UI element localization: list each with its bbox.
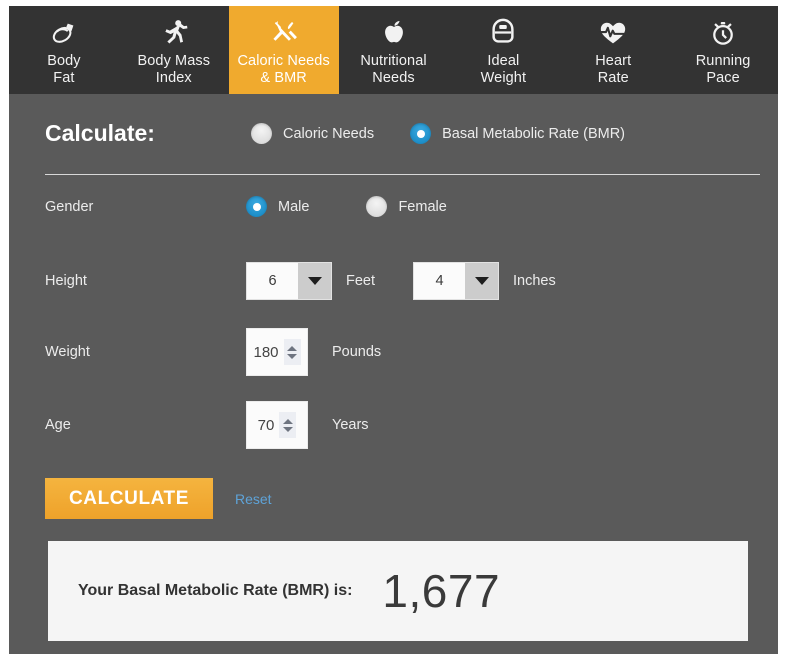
- radio-gender-male-indicator: [246, 196, 267, 217]
- tab-label: Nutritional Needs: [360, 53, 427, 86]
- tab-nutritional-needs[interactable]: Nutritional Needs: [339, 6, 449, 94]
- stopwatch-icon: [708, 16, 738, 50]
- cutlery-icon: [269, 16, 299, 50]
- reset-link[interactable]: Reset: [235, 491, 272, 507]
- chevron-down-icon[interactable]: [298, 263, 331, 299]
- age-input[interactable]: 70: [246, 401, 308, 449]
- calculate-button[interactable]: CALCULATE: [45, 478, 213, 519]
- height-inches-select[interactable]: 4: [413, 262, 500, 300]
- page-title: Calculate:: [45, 120, 155, 146]
- height-row: Height 6 Feet 4 Inches: [45, 262, 760, 300]
- radio-bmr[interactable]: Basal Metabolic Rate (BMR): [410, 123, 625, 144]
- runner-icon: [159, 16, 189, 50]
- weight-input[interactable]: 180: [246, 328, 308, 376]
- section-divider: [45, 174, 760, 175]
- scale-icon: [488, 16, 518, 50]
- heart-pulse-icon: [598, 16, 628, 50]
- radio-gender-female-label: Female: [398, 198, 447, 215]
- radio-gender-female[interactable]: Female: [366, 196, 447, 217]
- height-feet-unit: Feet: [346, 273, 376, 289]
- weight-value: 180: [253, 343, 279, 361]
- result-panel: Your Basal Metabolic Rate (BMR) is: 1,67…: [48, 541, 748, 641]
- chevron-down-icon[interactable]: [465, 263, 499, 299]
- result-value: 1,677: [382, 565, 501, 617]
- weight-stepper[interactable]: [283, 339, 301, 365]
- radio-caloric-needs-label: Caloric Needs: [283, 125, 375, 142]
- tab-label: Heart Rate: [595, 53, 632, 86]
- height-feet-value: 6: [268, 273, 277, 289]
- radio-gender-male[interactable]: Male: [246, 196, 309, 217]
- weight-row: Weight 180 Pounds: [45, 328, 760, 376]
- radio-gender-male-label: Male: [278, 198, 310, 215]
- calculator-app: Body Fat Body Mass Index Caloric Needs &…: [0, 0, 787, 660]
- radio-bmr-indicator: [410, 123, 432, 144]
- gender-row: Gender Male Female: [45, 196, 760, 217]
- tab-label: Running Pace: [695, 53, 751, 86]
- weight-unit: Pounds: [332, 344, 382, 360]
- tab-body-mass-index[interactable]: Body Mass Index: [119, 6, 229, 94]
- height-inches-unit: Inches: [513, 273, 556, 289]
- age-stepper[interactable]: [279, 412, 297, 438]
- height-inches-value: 4: [435, 273, 444, 289]
- tab-running-pace[interactable]: Running Pace: [668, 6, 778, 94]
- gender-label: Gender: [45, 198, 94, 215]
- result-label: Your Basal Metabolic Rate (BMR) is:: [78, 582, 353, 599]
- tab-body-fat[interactable]: Body Fat: [9, 6, 119, 94]
- height-feet-select[interactable]: 6: [246, 262, 332, 300]
- apple-icon: [379, 16, 409, 50]
- radio-caloric-needs-indicator: [251, 123, 272, 144]
- tab-bar: Body Fat Body Mass Index Caloric Needs &…: [9, 6, 778, 106]
- radio-caloric-needs[interactable]: Caloric Needs: [251, 123, 374, 144]
- tab-label: Body Fat: [47, 53, 81, 86]
- age-row: Age 70 Years: [45, 401, 760, 449]
- height-label: Height: [45, 273, 87, 289]
- radio-bmr-label: Basal Metabolic Rate (BMR): [442, 125, 625, 142]
- calculator-body: Calculate: Caloric Needs Basal Metabolic…: [9, 94, 778, 654]
- age-unit: Years: [332, 417, 369, 433]
- caliper-icon: [49, 16, 79, 50]
- tab-caloric-needs-bmr[interactable]: Caloric Needs & BMR: [228, 6, 339, 106]
- tab-label: Caloric Needs & BMR: [237, 53, 330, 86]
- radio-gender-female-indicator: [366, 196, 388, 217]
- tab-label: Body Mass Index: [137, 53, 211, 86]
- actions-row: CALCULATE Reset: [45, 478, 272, 519]
- calculate-mode-row: Calculate: Caloric Needs Basal Metabolic…: [45, 120, 760, 147]
- tab-ideal-weight[interactable]: Ideal Weight: [448, 6, 558, 94]
- weight-label: Weight: [45, 344, 90, 360]
- tab-label: Ideal Weight: [480, 53, 527, 86]
- age-value: 70: [257, 416, 275, 434]
- age-label: Age: [45, 417, 71, 433]
- tab-heart-rate[interactable]: Heart Rate: [558, 6, 668, 94]
